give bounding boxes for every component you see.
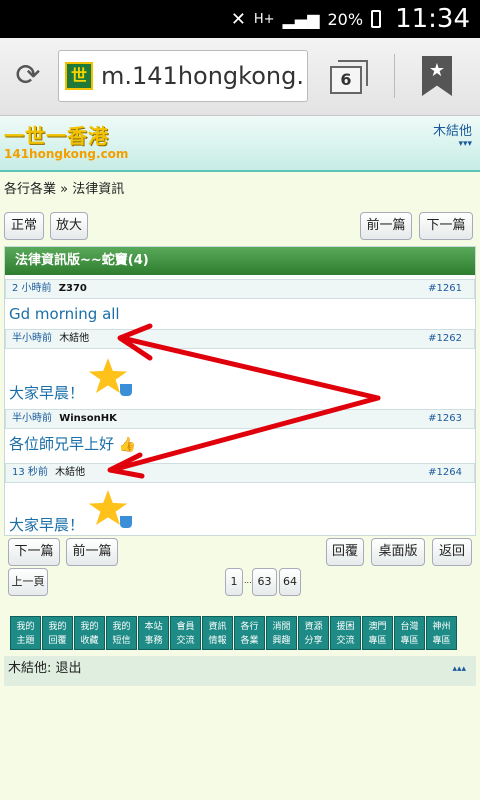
browser-toolbar: ⟳ 世 m.141hongkong. 6 ★ bbox=[0, 38, 480, 116]
refresh-icon[interactable]: ⟳ bbox=[10, 58, 46, 94]
nav-site-affairs[interactable]: 本站 事務 bbox=[138, 616, 169, 650]
next-thread-button[interactable]: 下一篇 bbox=[419, 212, 473, 240]
post-author[interactable]: WinsonHK bbox=[59, 413, 117, 424]
nav-my-topics[interactable]: 我的 主題 bbox=[10, 616, 41, 650]
clock: 11:34 bbox=[395, 4, 470, 34]
normal-size-button[interactable]: 正常 bbox=[4, 212, 44, 240]
post-time: 半小時前 bbox=[12, 333, 52, 344]
battery-level: 20% bbox=[327, 9, 364, 29]
nav-taiwan[interactable]: 台灣 專區 bbox=[394, 616, 425, 650]
site-favicon: 世 bbox=[65, 62, 93, 90]
nav-member-exchange[interactable]: 會員 交流 bbox=[170, 616, 201, 650]
post-text: 大家早晨！ bbox=[9, 516, 85, 534]
post-body: 各位師兄早上好 👍 bbox=[5, 429, 475, 461]
network-type: H+ bbox=[253, 11, 275, 27]
site-header: 一世一香港 141hongkong.com 木結他 ▾▾▾ bbox=[0, 116, 480, 172]
mute-icon: ✕ bbox=[230, 8, 246, 30]
thread-box: 法律資訊版~~蛇竇(4) 2 小時前 Z370 #1261 Gd morning… bbox=[4, 246, 476, 536]
nav-macau[interactable]: 澳門 專區 bbox=[362, 616, 393, 650]
smiley-coffee-icon bbox=[88, 490, 132, 530]
post-meta: 半小時前 木結他 #1262 bbox=[5, 329, 475, 349]
thumbs-up-icon: 👍 bbox=[118, 437, 137, 453]
nav-information[interactable]: 資訊 情報 bbox=[202, 616, 233, 650]
nav-assistance[interactable]: 援困 交流 bbox=[330, 616, 361, 650]
smiley-coffee-icon bbox=[88, 358, 132, 398]
nav-my-favorites[interactable]: 我的 收藏 bbox=[74, 616, 105, 650]
post-meta: 13 秒前 木結他 #1264 bbox=[5, 463, 475, 483]
post-number[interactable]: #1262 bbox=[428, 330, 462, 348]
user-menu[interactable]: 木結他 ▾▾▾ bbox=[433, 120, 472, 149]
breadcrumb-category[interactable]: 各行各業 bbox=[4, 182, 56, 197]
footer-bar: 木結他: 退出 ▴▴▴ bbox=[4, 656, 476, 686]
breadcrumb-forum[interactable]: 法律資訊 bbox=[72, 182, 124, 197]
user-menu-toggle[interactable]: ▾▾▾ bbox=[433, 139, 472, 149]
breadcrumb-separator: » bbox=[60, 182, 69, 197]
star-icon: ★ bbox=[428, 60, 446, 81]
nav-industries[interactable]: 各行 各業 bbox=[234, 616, 265, 650]
top-button-row: 正常 放大 前一篇 下一篇 bbox=[0, 212, 480, 244]
tab-count: 6 bbox=[330, 66, 362, 94]
prev-thread-button[interactable]: 前一篇 bbox=[66, 538, 118, 566]
thread-title: 法律資訊版~~蛇竇(4) bbox=[5, 247, 475, 275]
scroll-top-icon[interactable]: ▴▴▴ bbox=[452, 656, 466, 682]
url-field[interactable]: 世 m.141hongkong. bbox=[58, 50, 308, 102]
nav-my-messages[interactable]: 我的 短信 bbox=[106, 616, 137, 650]
tabs-button[interactable]: 6 bbox=[330, 60, 368, 94]
post-number[interactable]: #1261 bbox=[428, 280, 462, 298]
bottom-nav: 我的 主題 我的 回覆 我的 收藏 我的 短信 本站 事務 會員 交流 資訊 情報 各行 各業 … bbox=[10, 616, 470, 654]
nav-resource-sharing[interactable]: 資源 分享 bbox=[298, 616, 329, 650]
site-logo[interactable]: 一世一香港 141hongkong.com bbox=[4, 120, 128, 161]
signal-icon: ▂▄▆ bbox=[282, 9, 320, 29]
status-bar: ✕ H+ ▂▄▆ 20% 11:34 bbox=[0, 0, 480, 38]
post-author[interactable]: Z370 bbox=[59, 283, 87, 294]
page-63-button[interactable]: 63 bbox=[252, 568, 277, 596]
nav-leisure[interactable]: 消閒 興趣 bbox=[266, 616, 297, 650]
nav-china[interactable]: 神州 專區 bbox=[426, 616, 457, 650]
prev-thread-button[interactable]: 前一篇 bbox=[360, 212, 412, 240]
post-meta: 半小時前 WinsonHK #1263 bbox=[5, 409, 475, 429]
toolbar-divider bbox=[394, 54, 395, 98]
next-thread-button[interactable]: 下一篇 bbox=[8, 538, 60, 566]
post-meta: 2 小時前 Z370 #1261 bbox=[5, 279, 475, 299]
nav-my-replies[interactable]: 我的 回覆 bbox=[42, 616, 73, 650]
post-text: 大家早晨！ bbox=[9, 384, 85, 402]
back-button[interactable]: 返回 bbox=[432, 538, 472, 566]
post-number[interactable]: #1263 bbox=[428, 410, 462, 428]
page-64-button[interactable]: 64 bbox=[279, 568, 301, 596]
page-1-button[interactable]: 1 bbox=[225, 568, 243, 596]
post-author[interactable]: 木結他 bbox=[55, 467, 85, 478]
post-body: 大家早晨！ bbox=[5, 349, 475, 407]
post-number[interactable]: #1264 bbox=[428, 464, 462, 482]
logo-domain: 141hongkong.com bbox=[4, 147, 129, 161]
logo-text: 一世一香港 bbox=[4, 124, 109, 148]
breadcrumb: 各行各業 » 法律資訊 bbox=[0, 172, 480, 212]
post-time: 2 小時前 bbox=[12, 283, 52, 294]
username[interactable]: 木結他 bbox=[433, 120, 472, 139]
post-author[interactable]: 木結他 bbox=[59, 333, 89, 344]
pager-ellipsis: ... bbox=[244, 576, 252, 585]
battery-icon bbox=[371, 10, 382, 28]
prev-page-button[interactable]: 上一頁 bbox=[8, 568, 48, 596]
post-time: 半小時前 bbox=[12, 413, 52, 424]
post-body: Gd morning all bbox=[9, 305, 120, 323]
desktop-version-button[interactable]: 桌面版 bbox=[371, 538, 425, 566]
zoom-button[interactable]: 放大 bbox=[50, 212, 88, 240]
post-text: 各位師兄早上好 bbox=[9, 435, 115, 453]
reply-button[interactable]: 回覆 bbox=[326, 538, 364, 566]
post-time: 13 秒前 bbox=[12, 467, 48, 478]
url-text[interactable]: m.141hongkong. bbox=[101, 62, 304, 90]
post-body: 大家早晨！ bbox=[5, 483, 475, 539]
logout-link[interactable]: 木結他: 退出 bbox=[8, 661, 82, 676]
